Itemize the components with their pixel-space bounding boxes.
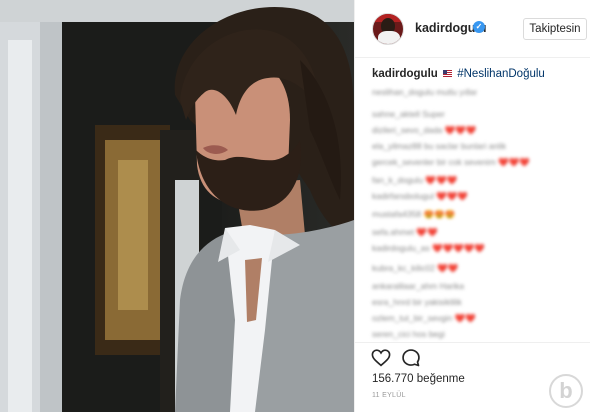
comment-item: ela_yilmaz88 bu saclar bunlari anlik xyxy=(372,142,507,151)
comment-item: seren_cici hos begi xyxy=(372,330,445,339)
caption-hashtag[interactable]: #NeslihanDoğulu xyxy=(457,68,545,80)
comment-item: neslihan_dogulu mutlu yıllar xyxy=(372,88,478,97)
comment-item: ozlem_tut_bir_sevgin ❤️❤️ xyxy=(372,314,476,323)
post-details-panel: kadirdogulu ✓ Takiptesin kadirdogulu #Ne… xyxy=(354,0,590,412)
post-caption: kadirdogulu #NeslihanDoğulu xyxy=(372,68,545,80)
comment-item: gercek_sevenler bir cok sevenim ❤️❤️❤️ xyxy=(372,158,530,167)
comment-item: kadirfansbolugul ❤️❤️❤️ xyxy=(372,192,469,201)
comment-item: sahne_aktell Super xyxy=(372,110,445,119)
following-button[interactable]: Takiptesin xyxy=(523,18,587,40)
heart-icon[interactable] xyxy=(371,349,391,367)
post-date: 11 EYLÜL xyxy=(372,392,406,399)
comment-item: fan_k_dogulu ❤️❤️❤️ xyxy=(372,176,458,185)
flag-icon xyxy=(443,70,453,77)
comments-list: neslihan_dogulu mutlu yıllar sahne_aktel… xyxy=(372,86,582,344)
comment-item: sefa.ahmet ❤️❤️ xyxy=(372,228,438,237)
post-actions: 156.770 beğenme 11 EYLÜL b xyxy=(355,342,590,412)
post-header: kadirdogulu ✓ Takiptesin xyxy=(355,0,590,58)
comment-item: esra_hnrd bir yakisiklilik xyxy=(372,298,462,307)
likes-number: 156.770 xyxy=(372,373,414,385)
speech-bubble-icon[interactable] xyxy=(401,348,421,368)
post-photo[interactable] xyxy=(0,0,354,412)
comment-item: ankaralilaar_ahm Harika xyxy=(372,282,465,291)
watermark-logo: b xyxy=(549,374,583,408)
likes-count[interactable]: 156.770 beğenme xyxy=(372,373,465,385)
post-photo-illustration xyxy=(0,0,354,412)
avatar[interactable] xyxy=(372,13,404,45)
comment-item: mustafa4358 😍😍😍 xyxy=(372,210,456,219)
likes-label: beğenme xyxy=(416,373,465,385)
comment-item: kubra_kc_kilic02 ❤️❤️ xyxy=(372,264,459,273)
comment-item: dizileri_sevo_dada ❤️❤️❤️ xyxy=(372,126,477,135)
verified-badge-icon: ✓ xyxy=(473,21,485,33)
comment-item: kadirdogulu_as ❤️❤️❤️❤️❤️ xyxy=(372,244,485,253)
caption-username[interactable]: kadirdogulu xyxy=(372,68,438,80)
